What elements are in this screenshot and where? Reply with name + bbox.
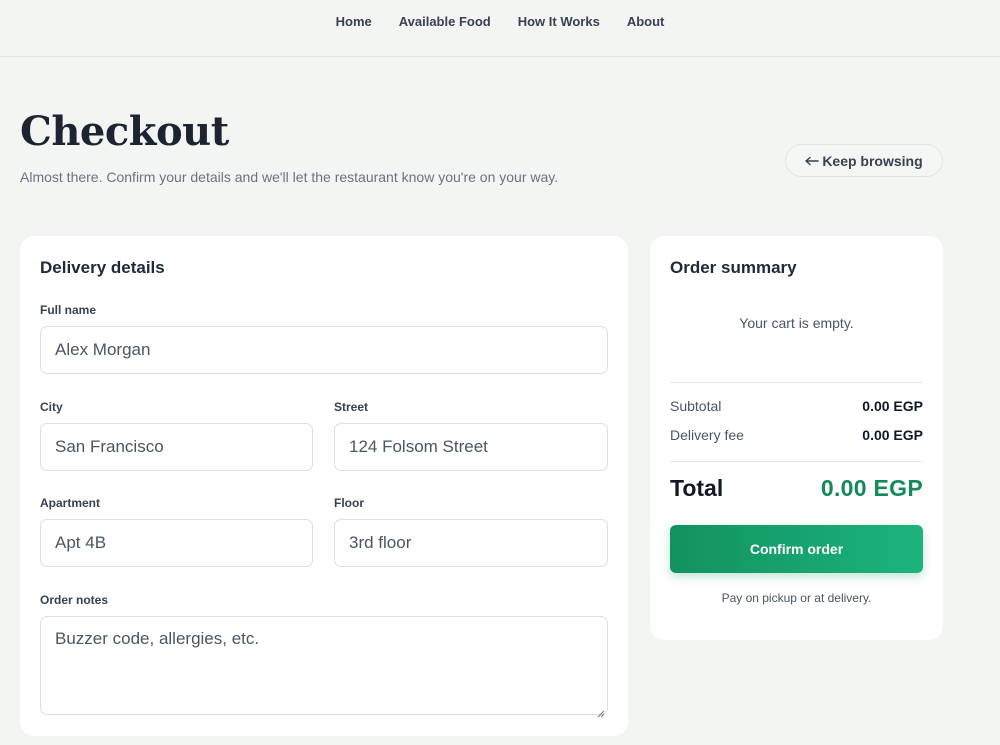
keep-browsing-button[interactable]: Keep browsing [785,144,943,177]
delivery-details-title: Delivery details [40,258,165,277]
confirm-order-button[interactable]: Confirm order [670,525,923,573]
order-notes-label: Order notes [40,593,109,607]
summary-divider [670,382,923,383]
page-title: Checkout [20,108,229,155]
top-nav: Home Available Food How It Works About [0,0,1000,57]
payment-note: Pay on pickup or at delivery. [721,591,872,605]
delivery-fee-row: Delivery fee 0.00 EGP [670,427,923,443]
summary-divider [670,461,923,462]
total-value: 0.00 EGP [820,475,923,501]
street-label: Street [334,400,369,414]
full-name-input[interactable]: Alex Morgan [40,326,608,374]
order-summary-title: Order summary [670,258,797,277]
floor-input[interactable]: 3rd floor [334,519,608,567]
arrow-left-icon [805,153,820,169]
floor-label: Floor [334,496,364,510]
order-notes-placeholder: Buzzer code, allergies, etc. [55,629,260,648]
apartment-label: Apartment [40,496,101,510]
apartment-input[interactable]: Apt 4B [40,519,313,567]
total-label: Total [670,475,724,501]
delivery-fee-label: Delivery fee [670,427,744,443]
empty-cart-message: Your cart is empty. [739,315,854,331]
order-summary-card: Order summary Your cart is empty. Subtot… [650,236,943,640]
city-input[interactable]: San Francisco [40,423,313,471]
delivery-fee-value: 0.00 EGP [862,427,923,443]
page-subtitle: Almost there. Confirm your details and w… [20,169,559,185]
full-name-label: Full name [40,303,97,317]
order-notes-textarea[interactable]: Buzzer code, allergies, etc. [40,616,608,718]
street-input[interactable]: 124 Folsom Street [334,423,608,471]
delivery-details-card: Delivery details Full name Alex Morgan C… [20,236,628,736]
nav-link-home[interactable]: Home [336,14,372,29]
city-label: City [40,400,63,414]
resize-grip-icon[interactable] [596,703,605,718]
subtotal-label: Subtotal [670,398,722,414]
total-row: Total 0.00 EGP [670,475,923,502]
nav-link-about[interactable]: About [627,14,665,29]
subtotal-row: Subtotal 0.00 EGP [670,398,923,414]
nav-link-how-it-works[interactable]: How It Works [518,14,600,29]
subtotal-value: 0.00 EGP [862,398,923,414]
keep-browsing-label: Keep browsing [822,152,923,169]
nav-link-available-food[interactable]: Available Food [399,14,491,29]
